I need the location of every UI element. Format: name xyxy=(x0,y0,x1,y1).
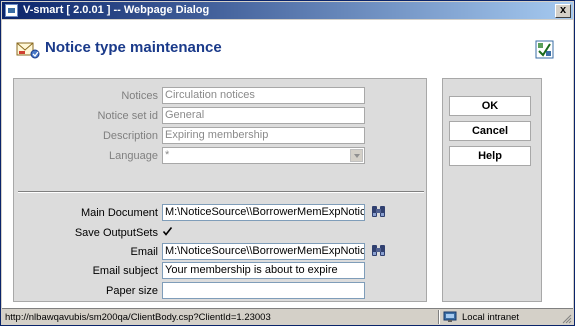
status-divider xyxy=(438,310,440,324)
resize-grip-icon[interactable] xyxy=(561,313,572,324)
zone-label: Local intranet xyxy=(462,312,520,323)
local-intranet-icon xyxy=(443,311,457,322)
language-row: Language * xyxy=(14,147,428,165)
language-label: Language xyxy=(109,150,158,162)
paper-size-label: Paper size xyxy=(106,285,158,297)
status-url: http://nlbawqavubis/sm200qa/ClientBody.c… xyxy=(5,312,271,323)
email-row: Email M:\NoticeSource\\BorrowerMemExpNot… xyxy=(14,243,428,261)
button-panel: OK Cancel Help xyxy=(442,78,542,302)
paper-size-row: Paper size xyxy=(14,282,428,300)
form-panel: Notices Circulation notices Notice set i… xyxy=(13,78,427,302)
help-check-icon[interactable] xyxy=(535,40,554,59)
main-document-row: Main Document M:\NoticeSource\\BorrowerM… xyxy=(14,204,428,222)
notice-envelope-icon xyxy=(16,42,40,59)
page-title: Notice type maintenance xyxy=(45,39,222,56)
title-bar: V-smart [ 2.0.01 ] -- Webpage Dialog x xyxy=(2,2,573,19)
email-label: Email xyxy=(130,246,158,258)
notices-field: Circulation notices xyxy=(162,87,365,104)
notice-set-id-field: General xyxy=(162,107,365,124)
help-button[interactable]: Help xyxy=(449,146,531,166)
save-outputsets-label: Save OutputSets xyxy=(74,227,158,239)
notice-set-id-label: Notice set id xyxy=(97,110,158,122)
language-select: * xyxy=(162,147,365,164)
save-outputsets-checkbox[interactable] xyxy=(162,226,173,237)
status-bar: http://nlbawqavubis/sm200qa/ClientBody.c… xyxy=(2,308,573,325)
page-header: Notice type maintenance xyxy=(2,20,573,72)
main-document-label: Main Document xyxy=(80,207,158,219)
notices-label: Notices xyxy=(121,90,158,102)
cancel-button[interactable]: Cancel xyxy=(449,121,531,141)
description-field: Expiring membership xyxy=(162,127,365,144)
app-icon xyxy=(5,4,18,17)
description-label: Description xyxy=(102,130,158,142)
save-outputsets-row: Save OutputSets xyxy=(14,224,428,242)
window-title: V-smart [ 2.0.01 ] -- Webpage Dialog xyxy=(23,4,210,16)
ok-button[interactable]: OK xyxy=(449,96,531,116)
dialog-content: Notice type maintenance Notices Circulat… xyxy=(2,20,573,308)
dialog-window: V-smart [ 2.0.01 ] -- Webpage Dialog x N… xyxy=(0,0,575,326)
close-button[interactable]: x xyxy=(555,4,571,18)
binoculars-icon[interactable] xyxy=(371,204,386,219)
email-subject-input[interactable]: Your membership is about to expire xyxy=(162,262,365,279)
language-value: * xyxy=(165,149,170,161)
form-divider xyxy=(18,191,424,193)
binoculars-icon[interactable] xyxy=(371,243,386,258)
description-row: Description Expiring membership xyxy=(14,127,428,145)
email-subject-row: Email subject Your membership is about t… xyxy=(14,262,428,280)
chevron-down-icon xyxy=(350,149,363,162)
main-document-input[interactable]: M:\NoticeSource\\BorrowerMemExpNotice.do… xyxy=(162,204,365,221)
email-subject-label: Email subject xyxy=(92,265,158,277)
notices-row: Notices Circulation notices xyxy=(14,87,428,105)
notice-set-id-row: Notice set id General xyxy=(14,107,428,125)
email-input[interactable]: M:\NoticeSource\\BorrowerMemExpNotice.do… xyxy=(162,243,365,260)
paper-size-input[interactable] xyxy=(162,282,365,299)
